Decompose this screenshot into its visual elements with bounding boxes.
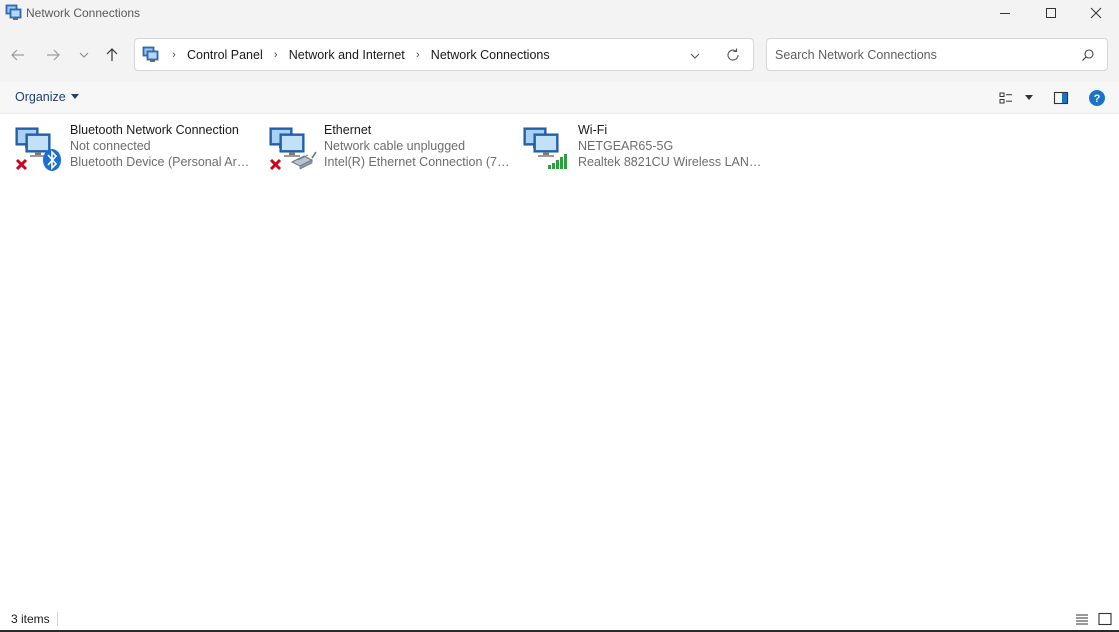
connection-details: Ethernet Network cable unplugged Intel(R… bbox=[324, 122, 510, 170]
breadcrumb-control-panel[interactable]: Control Panel bbox=[183, 48, 267, 62]
forward-button[interactable] bbox=[43, 45, 63, 65]
file-list: Bluetooth Network Connection Not connect… bbox=[0, 114, 1119, 604]
connection-item-wifi[interactable]: Wi-Fi NETGEAR65-5G Realtek 8821CU Wirele… bbox=[510, 120, 764, 172]
chevron-right-icon[interactable]: › bbox=[411, 49, 425, 61]
arrow-left-icon bbox=[11, 49, 24, 61]
search-box[interactable] bbox=[766, 38, 1108, 71]
refresh-icon[interactable] bbox=[725, 47, 741, 63]
organize-button[interactable]: Organize bbox=[15, 90, 79, 104]
connection-status: Not connected bbox=[70, 139, 151, 153]
title-bar: Network Connections bbox=[0, 0, 1119, 28]
control-panel-icon bbox=[142, 46, 159, 62]
minimize-icon bbox=[1000, 13, 1010, 14]
connection-details: Wi-Fi NETGEAR65-5G Realtek 8821CU Wirele… bbox=[578, 122, 764, 170]
connection-status: NETGEAR65-5G bbox=[578, 139, 674, 153]
command-bar: Organize ? bbox=[0, 82, 1119, 114]
view-tiles-icon bbox=[999, 92, 1012, 104]
item-count: 3 items bbox=[11, 612, 50, 626]
connection-device: Realtek 8821CU Wireless LAN 802.... bbox=[578, 155, 764, 169]
connection-details: Bluetooth Network Connection Not connect… bbox=[70, 122, 256, 170]
recent-locations-button[interactable] bbox=[74, 45, 94, 65]
connection-device: Bluetooth Device (Personal Area ... bbox=[70, 155, 256, 169]
status-bar: 3 items bbox=[0, 606, 1119, 632]
ethernet-icon bbox=[269, 127, 317, 171]
connection-item-ethernet[interactable]: Ethernet Network cable unplugged Intel(R… bbox=[256, 120, 510, 172]
arrow-right-icon bbox=[47, 49, 60, 61]
maximize-icon bbox=[1046, 8, 1056, 18]
window-title: Network Connections bbox=[26, 6, 141, 20]
caret-down-icon bbox=[70, 94, 79, 99]
svg-text:?: ? bbox=[1094, 93, 1101, 105]
bluetooth-network-icon bbox=[15, 127, 61, 171]
help-button[interactable]: ? bbox=[1088, 89, 1106, 107]
status-divider bbox=[57, 612, 58, 626]
help-icon: ? bbox=[1089, 90, 1105, 106]
breadcrumb-network-and-internet[interactable]: Network and Internet bbox=[285, 48, 409, 62]
network-connections-icon bbox=[5, 4, 22, 20]
connection-item-bluetooth[interactable]: Bluetooth Network Connection Not connect… bbox=[2, 120, 256, 172]
chevron-right-icon[interactable]: › bbox=[269, 49, 283, 61]
address-bar[interactable]: › Control Panel › Network and Internet ›… bbox=[134, 38, 754, 71]
close-icon bbox=[1090, 7, 1102, 19]
details-view-icon[interactable] bbox=[1074, 611, 1090, 627]
search-icon[interactable] bbox=[1081, 48, 1095, 62]
connection-status: Network cable unplugged bbox=[324, 139, 466, 153]
connection-name: Wi-Fi bbox=[578, 123, 608, 137]
breadcrumb-network-connections[interactable]: Network Connections bbox=[427, 48, 554, 62]
preview-pane-icon bbox=[1053, 91, 1069, 105]
connection-device: Intel(R) Ethernet Connection (7) I... bbox=[324, 155, 510, 169]
search-input[interactable] bbox=[775, 45, 1075, 65]
large-icons-view-icon[interactable] bbox=[1097, 611, 1113, 627]
back-button[interactable] bbox=[8, 45, 28, 65]
wifi-icon bbox=[523, 127, 567, 169]
up-button[interactable] bbox=[102, 45, 122, 65]
breadcrumb: › Control Panel › Network and Internet ›… bbox=[165, 39, 554, 70]
minimize-button[interactable] bbox=[982, 0, 1028, 26]
arrow-up-icon bbox=[106, 48, 118, 61]
connection-name: Bluetooth Network Connection bbox=[70, 123, 239, 137]
chevron-right-icon[interactable]: › bbox=[167, 49, 181, 61]
address-dropdown-icon[interactable] bbox=[687, 48, 703, 64]
caret-down-icon bbox=[1025, 95, 1033, 100]
chevron-down-icon bbox=[79, 52, 89, 58]
preview-pane-button[interactable] bbox=[1053, 89, 1069, 107]
maximize-button[interactable] bbox=[1028, 0, 1074, 26]
navigation-bar: › Control Panel › Network and Internet ›… bbox=[0, 28, 1119, 82]
organize-label: Organize bbox=[15, 90, 66, 104]
close-button[interactable] bbox=[1073, 0, 1119, 26]
change-view-button[interactable] bbox=[998, 89, 1033, 107]
connection-name: Ethernet bbox=[324, 123, 372, 137]
